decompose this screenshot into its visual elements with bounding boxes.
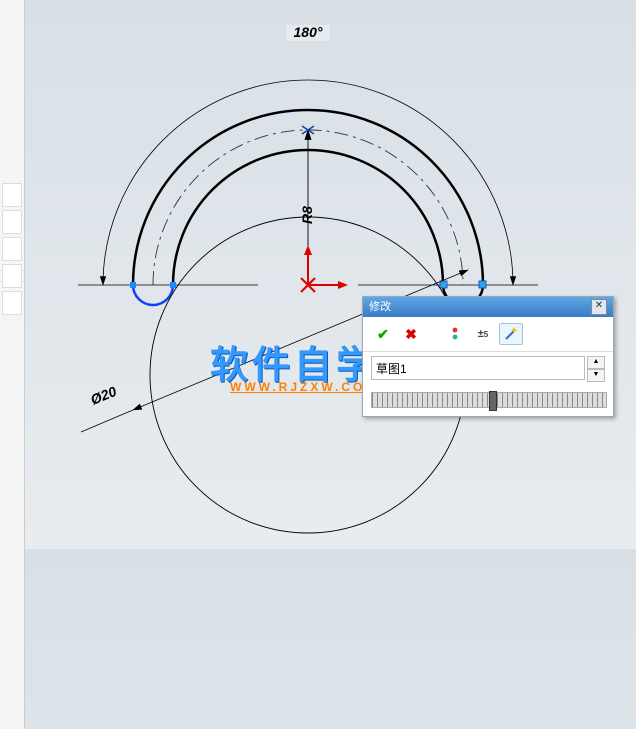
- left-cap-handle-1[interactable]: [130, 282, 136, 288]
- accept-button[interactable]: ✔: [371, 323, 395, 345]
- sidebar-tool-1[interactable]: [2, 183, 22, 207]
- cancel-button[interactable]: ✖: [399, 323, 423, 345]
- sketch-svg: 180° Ø20 R8: [28, 0, 636, 549]
- dim-radius-label[interactable]: R8: [299, 206, 315, 224]
- spin-down-button[interactable]: ▼: [587, 369, 605, 382]
- rebuild-button[interactable]: [443, 323, 467, 345]
- dim-180-label[interactable]: 180°: [294, 24, 323, 40]
- sidebar-tool-3[interactable]: [2, 237, 22, 261]
- left-cap-handle-2[interactable]: [170, 282, 176, 288]
- right-cap-handle-2[interactable]: [479, 281, 486, 288]
- dim-diameter-label[interactable]: Ø20: [88, 383, 119, 408]
- dialog-input-row: ▲ ▼: [363, 352, 613, 386]
- wand-icon: [503, 326, 519, 342]
- value-slider[interactable]: [371, 392, 607, 408]
- watermark-url: WWW.RJZXW.COM: [230, 380, 378, 394]
- sketch-canvas[interactable]: 180° Ø20 R8: [28, 0, 636, 549]
- sidebar-tool-4[interactable]: [2, 264, 22, 288]
- diameter-ext: [81, 410, 133, 432]
- dialog-title-text: 修改: [369, 297, 391, 317]
- right-cap-handle-1[interactable]: [440, 281, 447, 288]
- close-icon[interactable]: ✕: [591, 299, 607, 315]
- left-cap-arc[interactable]: [133, 285, 173, 305]
- traffic-light-icon: [448, 327, 462, 341]
- modify-dialog[interactable]: 修改 ✕ ✔ ✖ ±5 ▲ ▼: [362, 296, 614, 417]
- spinner: ▲ ▼: [587, 356, 605, 382]
- dialog-toolbar: ✔ ✖ ±5: [363, 317, 613, 352]
- sidebar-tool-2[interactable]: [2, 210, 22, 234]
- dimension-input[interactable]: [371, 356, 585, 380]
- tool-sidebar: [0, 0, 25, 729]
- slider-row: [363, 386, 613, 416]
- origin-marker: [301, 245, 348, 292]
- smart-dimension-button[interactable]: [499, 323, 523, 345]
- reverse-button[interactable]: ±5: [471, 323, 495, 345]
- slider-thumb[interactable]: [489, 391, 497, 411]
- spin-up-button[interactable]: ▲: [587, 356, 605, 369]
- sidebar-tool-5[interactable]: [2, 291, 22, 315]
- dialog-titlebar[interactable]: 修改 ✕: [363, 297, 613, 317]
